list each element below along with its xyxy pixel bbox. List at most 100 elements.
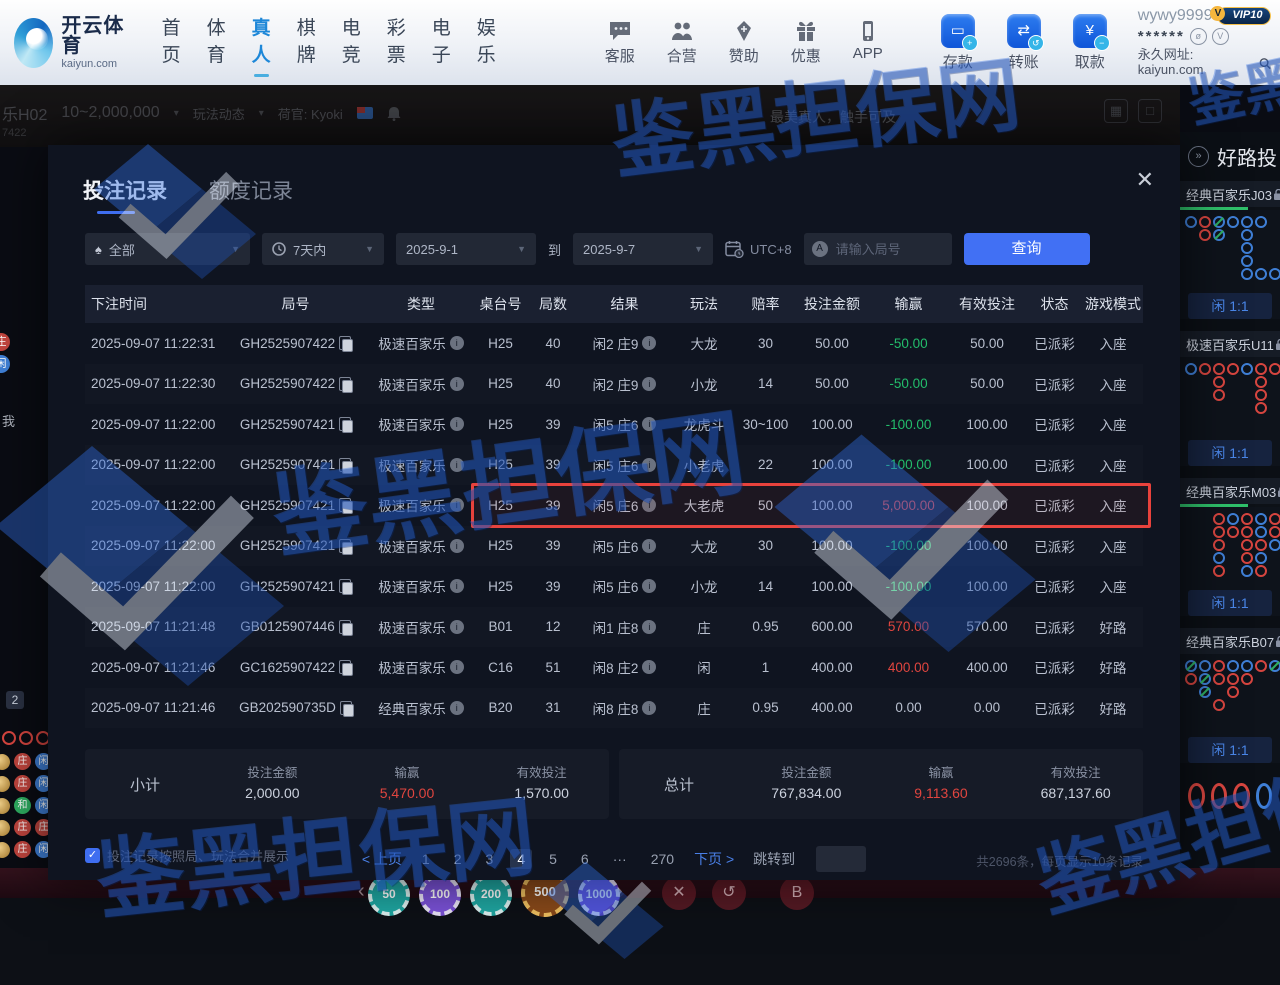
info-icon[interactable]: i <box>642 417 656 431</box>
page-button[interactable]: 270 <box>644 849 681 869</box>
copy-icon[interactable] <box>339 458 351 472</box>
undo-bet-button[interactable]: ↺ <box>712 876 746 910</box>
page-button[interactable]: 2 <box>447 849 469 869</box>
table-row[interactable]: 2025-09-07 11:22:00GH2525907421极速百家乐iH25… <box>85 485 1143 526</box>
info-icon[interactable]: i <box>450 498 464 512</box>
period-select[interactable]: 7天内 ▼ <box>262 233 384 265</box>
nav-menu-item[interactable]: 娱乐 <box>477 13 496 73</box>
info-icon[interactable]: i <box>450 336 464 350</box>
table-row[interactable]: 2025-09-07 11:21:46GC1625907422极速百家乐iC16… <box>85 647 1143 688</box>
info-icon[interactable]: i <box>642 620 656 634</box>
currency-circle-icon[interactable]: V <box>1212 28 1229 45</box>
info-icon[interactable]: i <box>450 539 464 553</box>
page-button[interactable]: 4 <box>510 849 532 869</box>
cancel-bet-button[interactable]: ✕ <box>662 876 696 910</box>
table-row[interactable]: 2025-09-07 11:22:30GH2525907422极速百家乐iH25… <box>85 364 1143 405</box>
info-icon[interactable]: i <box>642 458 656 472</box>
subtotal-win-label: 输赢 <box>340 764 475 783</box>
nav-support[interactable]: 客服 <box>596 20 644 66</box>
nav-menu-item[interactable]: 电子 <box>432 13 451 73</box>
info-icon[interactable]: i <box>642 498 656 512</box>
query-button[interactable]: 查询 <box>964 233 1090 265</box>
table-row[interactable]: 2025-09-07 11:21:46GB202590735D经典百家乐iB20… <box>85 688 1143 729</box>
table-row[interactable]: 2025-09-07 11:22:00GH2525907421极速百家乐iH25… <box>85 526 1143 567</box>
site-logo[interactable]: 开云体育 kaiyun.com <box>14 16 128 70</box>
nav-menu-item[interactable]: 首页 <box>162 13 181 73</box>
nav-menu-item[interactable]: 电竞 <box>342 13 361 73</box>
info-icon[interactable]: i <box>450 377 464 391</box>
eye-off-icon[interactable]: ø <box>1190 28 1207 45</box>
copy-icon[interactable] <box>339 336 351 350</box>
copy-icon[interactable] <box>339 377 351 391</box>
search-icon[interactable] <box>1259 57 1271 70</box>
road-bet-button[interactable]: 闲 1:1 <box>1188 440 1272 466</box>
bet-chip-50[interactable]: 50 <box>368 874 410 916</box>
info-icon[interactable]: i <box>450 458 464 472</box>
info-icon[interactable]: i <box>450 417 464 431</box>
road-panel[interactable]: 经典百家乐B07闲 1:1 <box>1180 628 1280 763</box>
close-icon[interactable]: ✕ <box>1136 167 1154 193</box>
copy-icon[interactable] <box>339 579 351 593</box>
nav-withdraw[interactable]: ¥− 取款 <box>1064 14 1116 72</box>
collapse-sidebar-icon[interactable]: » <box>1188 146 1209 167</box>
info-icon[interactable]: i <box>450 579 464 593</box>
chips-next-arrow[interactable]: › <box>616 880 623 903</box>
nav-app[interactable]: APP <box>844 20 892 66</box>
table-row[interactable]: 2025-09-07 11:22:00GH2525907421极速百家乐iH25… <box>85 445 1143 486</box>
page-button[interactable]: 3 <box>479 849 501 869</box>
nav-menu-item[interactable]: 体育 <box>207 13 226 73</box>
date-to-select[interactable]: 2025-9-7 ▼ <box>573 233 713 265</box>
page-button[interactable]: 6 <box>574 849 596 869</box>
info-icon[interactable]: i <box>450 660 464 674</box>
nav-deposit[interactable]: ▭+ 存款 <box>932 14 984 72</box>
tab-bet-records[interactable]: 投注记录 <box>83 175 167 214</box>
tab-quota-records[interactable]: 额度记录 <box>209 175 293 214</box>
info-icon[interactable]: i <box>642 660 656 674</box>
game-no-input[interactable] <box>834 241 944 258</box>
copy-icon[interactable] <box>339 620 351 634</box>
chips-prev-arrow[interactable]: ‹ <box>358 880 365 903</box>
game-no-search[interactable]: A <box>804 233 952 265</box>
info-icon[interactable]: i <box>642 579 656 593</box>
info-icon[interactable]: i <box>642 377 656 391</box>
copy-icon[interactable] <box>339 539 351 553</box>
nav-menu-item[interactable]: 彩票 <box>387 13 406 73</box>
balance-button[interactable]: B <box>780 876 814 910</box>
road-bet-button[interactable]: 闲 1:1 <box>1188 737 1272 763</box>
bet-chip-1000[interactable]: 1000 <box>578 874 620 916</box>
copy-icon[interactable] <box>339 417 351 431</box>
nav-transfer[interactable]: ⇄↺ 转账 <box>998 14 1050 72</box>
road-bet-button[interactable]: 闲 1:1 <box>1188 293 1272 319</box>
road-panel[interactable]: 经典百家乐M03闲 1:1 <box>1180 478 1280 616</box>
category-select[interactable]: ♠ 全部 ▼ <box>85 233 250 265</box>
info-icon[interactable]: i <box>642 701 656 715</box>
page-button[interactable]: 5 <box>542 849 564 869</box>
info-icon[interactable]: i <box>642 539 656 553</box>
copy-icon[interactable] <box>340 701 352 715</box>
nav-promo[interactable]: 优惠 <box>782 20 830 66</box>
nav-sponsor[interactable]: 赞助 <box>720 20 768 66</box>
table-row[interactable]: 2025-09-07 11:21:48GB0125907446极速百家乐iB01… <box>85 607 1143 648</box>
nav-menu-item[interactable]: 真人 <box>252 13 271 73</box>
date-from-select[interactable]: 2025-9-1 ▼ <box>396 233 536 265</box>
col-header-status: 状态 <box>1028 294 1082 314</box>
nav-menu-item[interactable]: 棋牌 <box>297 13 316 73</box>
road-bet-button[interactable]: 闲 1:1 <box>1188 590 1272 616</box>
table-row[interactable]: 2025-09-07 11:22:31GH2525907422极速百家乐iH25… <box>85 323 1143 364</box>
nav-partners[interactable]: 合营 <box>658 20 706 66</box>
info-icon[interactable]: i <box>450 620 464 634</box>
info-icon[interactable]: i <box>450 701 464 715</box>
jump-to-input[interactable] <box>816 846 866 872</box>
table-row[interactable]: 2025-09-07 11:22:00GH2525907421极速百家乐iH25… <box>85 404 1143 445</box>
road-panel[interactable]: 极速百家乐U11闲 1:1 <box>1180 331 1280 466</box>
page-button[interactable]: 1 <box>415 849 437 869</box>
prev-page-button[interactable]: < 上页 <box>362 849 402 869</box>
table-row[interactable]: 2025-09-07 11:22:00GH2525907421极速百家乐iH25… <box>85 566 1143 607</box>
bet-chip-100[interactable]: 100 <box>419 874 461 916</box>
road-panel[interactable]: 经典百家乐J03闲 1:1 <box>1180 181 1280 319</box>
bet-chip-200[interactable]: 200 <box>470 874 512 916</box>
info-icon[interactable]: i <box>642 336 656 350</box>
copy-icon[interactable] <box>339 660 351 674</box>
next-page-button[interactable]: 下页 > <box>694 849 734 869</box>
copy-icon[interactable] <box>339 498 351 512</box>
